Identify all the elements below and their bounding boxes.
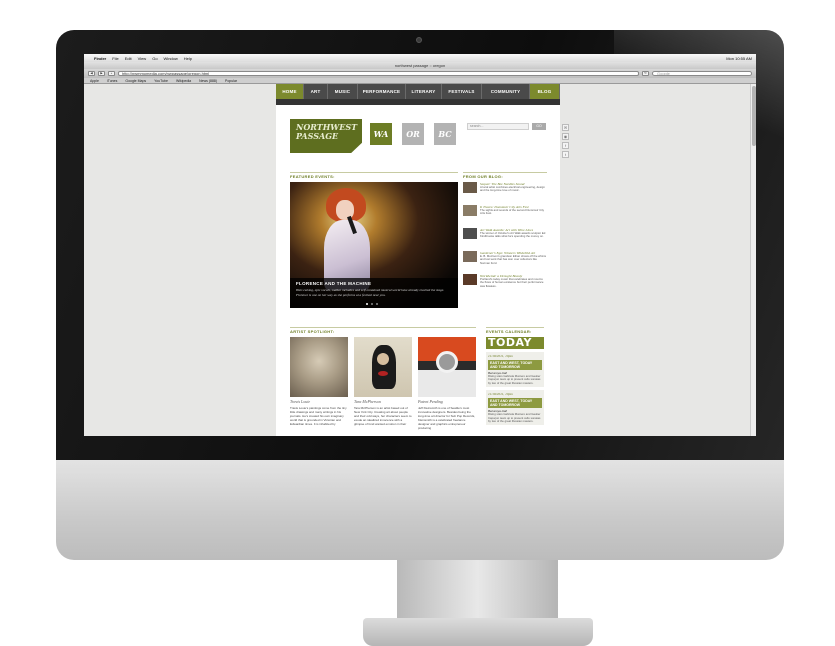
menu-finder[interactable]: Finder [94,56,106,61]
featured-text: Hair-raising, epic vocals, sudden melodi… [296,288,445,297]
camera-icon [416,37,422,43]
browser-viewport: ✉ ◉ f t HOME ART MUSIC PERFORMANCE LITER… [84,84,756,436]
nav-literary[interactable]: LITERARY [406,84,442,99]
list-item[interactable]: Art Walk Awards: Art with Wine Lines The … [463,228,547,248]
artist-card[interactable]: Travis Louie Travis Louie's paintings co… [290,337,348,430]
region-bc-button[interactable]: BC [434,123,456,145]
monitor-chin [56,460,784,560]
nav-festivals[interactable]: FESTIVALS [442,84,482,99]
bookmark-apple[interactable]: Apple [90,79,99,83]
nav-art[interactable]: ART [304,84,328,99]
scroll-thumb[interactable] [752,86,756,146]
blog-thumbnail [463,274,477,285]
nav-music[interactable]: MUSIC [328,84,358,99]
back-button[interactable]: ◀ [88,71,95,76]
featured-label: FEATURED EVENTS: [290,172,458,179]
bookmark-youtube[interactable]: YouTube [154,79,168,83]
list-item[interactable]: It Traces: Dunsmuir City Arts Fest The si… [463,205,547,225]
bookmark-itunes[interactable]: iTunes [107,79,117,83]
events-calendar: EVENTS CALENDAR: TODAY 11/18/2011, 10pm … [486,327,544,426]
forward-button[interactable]: ▶ [98,71,105,76]
screen: Finder File Edit View Go Window Help Mon… [84,54,756,436]
add-bookmark-button[interactable]: + [108,71,115,76]
blog-thumbnail [463,228,477,239]
list-item[interactable]: Sequel: The Bee Needles Sound A local art… [463,182,547,202]
artist-card[interactable]: Patent Pending Jeff Kleinsmith is one of… [418,337,476,430]
bookmark-news[interactable]: News (888) [199,79,217,83]
browser-toolbar: ◀ ▶ + http://nwmmomedia.com/nwpassage/or… [84,69,756,78]
browser-search-input[interactable]: Google [652,71,752,76]
event-item[interactable]: 11/18/2011, 10pm EAST AND WEST, TODAY AN… [486,390,544,426]
url-input[interactable]: http://nwmmomedia.com/nwpassage/oregon.h… [118,71,639,76]
blog-label: FROM OUR BLOG: [463,172,547,179]
menubar-clock: Mon 10:55 AM [726,55,752,61]
artist-image[interactable] [354,337,412,397]
nav-performance[interactable]: PERFORMANCE [358,84,406,99]
list-item[interactable]: Gardener's Ego: Winners Wildchild Art E. … [463,251,547,271]
menu-edit[interactable]: Edit [125,56,132,61]
menu-window[interactable]: Window [164,56,178,61]
featured-events: FEATURED EVENTS: FLORENCE AND THE MACHIN… [290,172,458,308]
site-nav: HOME ART MUSIC PERFORMANCE LITERARY FEST… [276,84,560,99]
nav-home[interactable]: HOME [276,84,304,99]
artist-image[interactable] [418,337,476,397]
artist-image[interactable] [290,337,348,397]
blog-thumbnail [463,205,477,216]
twitter-icon[interactable]: t [562,151,569,158]
menu-go[interactable]: Go [152,56,157,61]
site-search-input[interactable]: search... [467,123,529,130]
events-label: EVENTS CALENDAR: [486,327,544,334]
slide-dot[interactable] [366,303,368,305]
os-menubar: Finder File Edit View Go Window Help Mon… [84,54,756,62]
reload-button[interactable]: ↻ [642,71,649,76]
today-banner: TODAY [486,337,544,349]
featured-slideshow[interactable]: FLORENCE AND THE MACHINE Hair-raising, e… [290,182,458,308]
blog-thumbnail [463,182,477,193]
slide-dot[interactable] [371,303,373,305]
artist-card[interactable]: Tara McPherson Tara McPherson is an arti… [354,337,412,430]
event-item[interactable]: 11/18/2011, 10pm EAST AND WEST, TODAY AN… [486,352,544,388]
bookmark-wikipedia[interactable]: Wikipedia [176,79,191,83]
bookmark-popular[interactable]: Popular [225,79,237,83]
menu-file[interactable]: File [112,56,118,61]
blog-column: FROM OUR BLOG: Sequel: The Bee Needles S… [463,172,547,294]
nav-blog[interactable]: BLOG [530,84,560,99]
list-item[interactable]: Worldwind: a Drought Beauty Portland's to… [463,274,547,294]
monitor-stand [397,560,558,622]
region-or-button[interactable]: OR [402,123,424,145]
facebook-icon[interactable]: f [562,142,569,149]
slide-dot[interactable] [376,303,378,305]
site-header: NORTHWEST PASSAGE WA OR BC search... GO [276,105,560,157]
artist-label: ARTIST SPOTLIGHT: [290,327,476,334]
menu-view[interactable]: View [138,56,147,61]
bookmark-google-maps[interactable]: Google Maps [125,79,146,83]
site-logo[interactable]: NORTHWEST PASSAGE [290,119,362,153]
artist-spotlight: ARTIST SPOTLIGHT: Travis Louie Travis Lo… [290,327,476,430]
scrollbar[interactable] [750,84,756,436]
featured-title: FLORENCE AND THE MACHINE [296,281,372,286]
nav-community[interactable]: COMMUNITY [482,84,530,99]
window-title: northwest passage :: oregon [84,62,756,69]
social-links: ✉ ◉ f t [562,124,569,158]
blog-thumbnail [463,251,477,262]
rss-icon[interactable]: ◉ [562,133,569,140]
menu-help[interactable]: Help [184,56,192,61]
email-icon[interactable]: ✉ [562,124,569,131]
website: HOME ART MUSIC PERFORMANCE LITERARY FEST… [276,84,560,436]
site-search-button[interactable]: GO [532,123,546,130]
slideshow-dots [366,303,378,305]
region-wa-button[interactable]: WA [370,123,392,145]
monitor-stand-foot [363,618,593,646]
